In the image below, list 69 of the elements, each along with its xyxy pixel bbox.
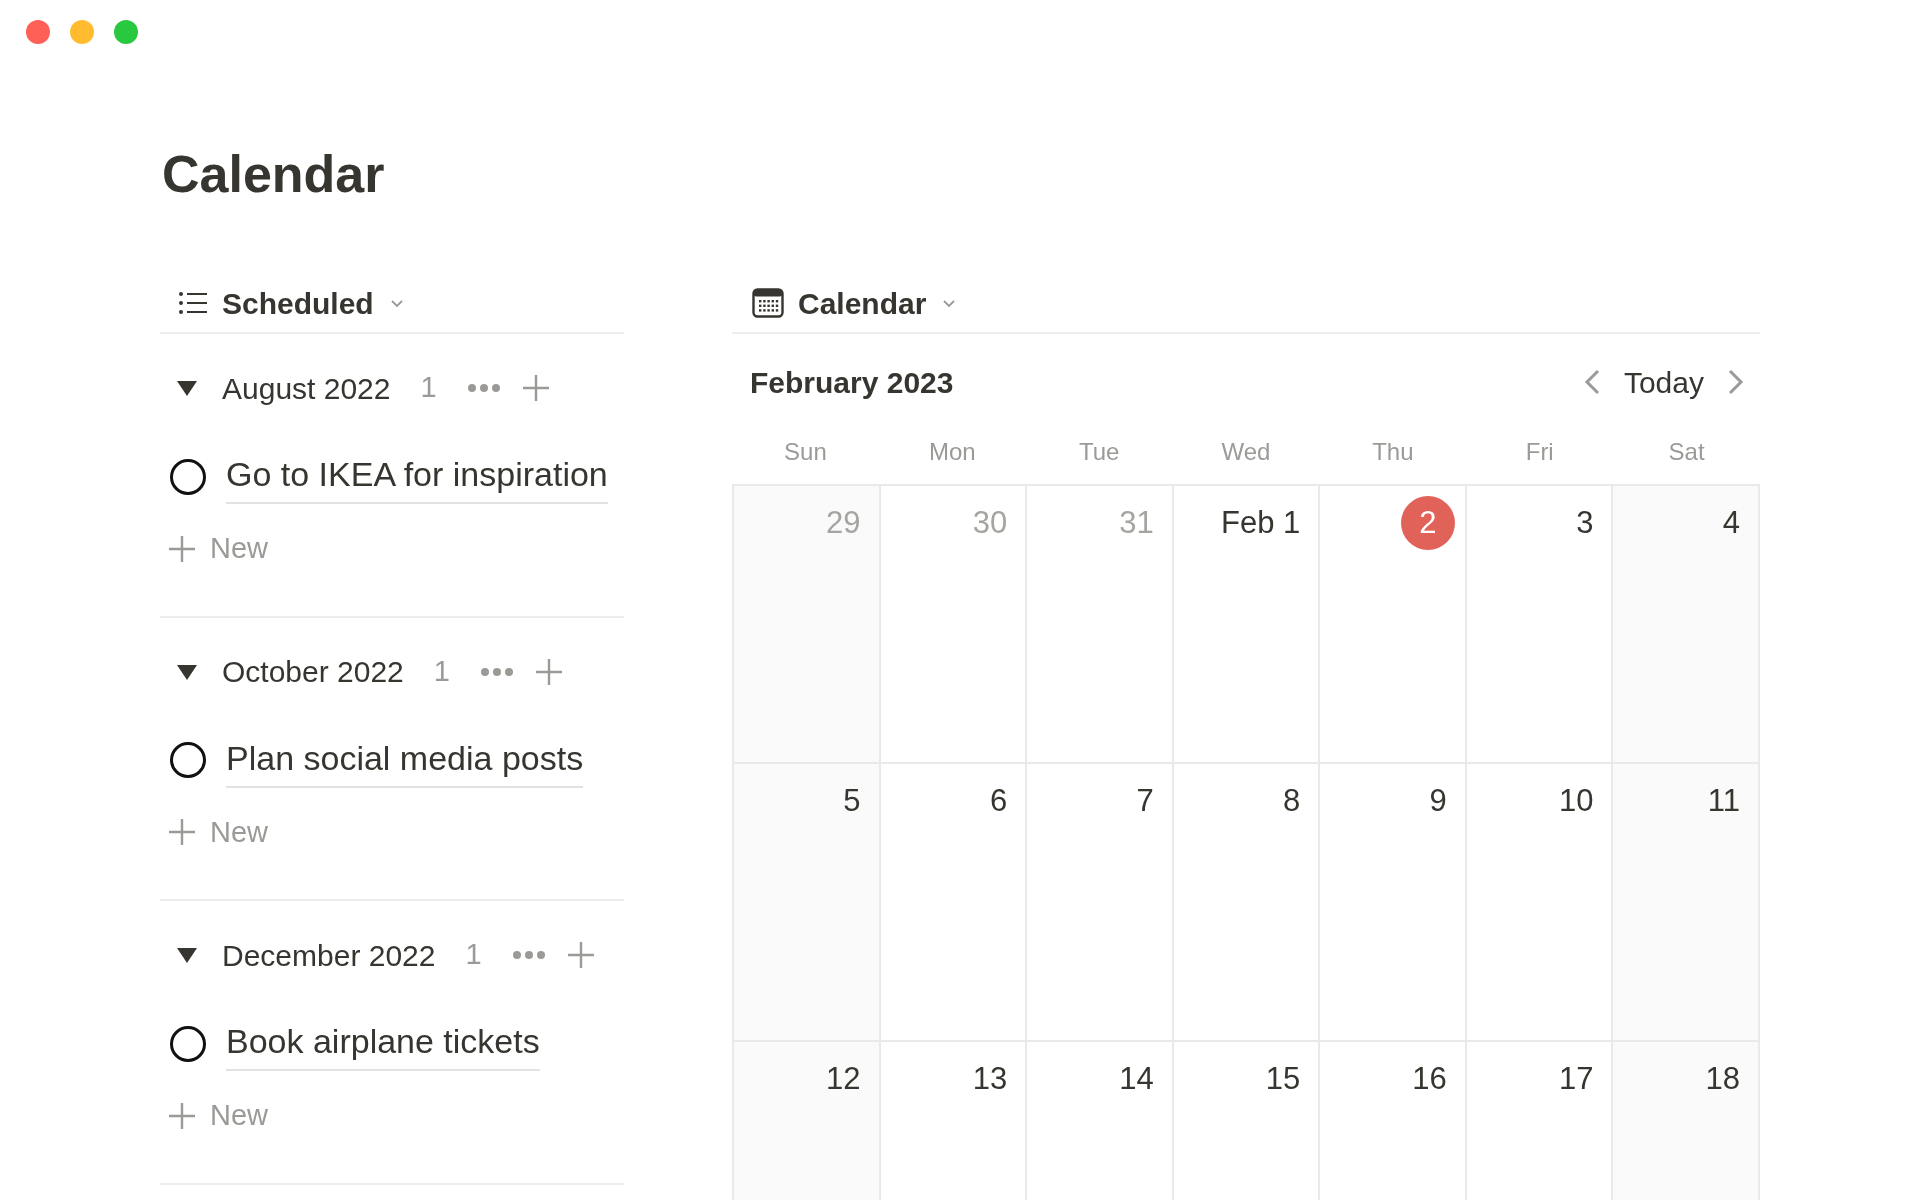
group-title: December 2022 (222, 937, 436, 974)
view-selector[interactable]: Calendar (798, 280, 927, 326)
day-cell[interactable]: 7 (1027, 764, 1174, 1042)
day-number: Feb 1 (1221, 504, 1301, 542)
add-icon[interactable] (565, 940, 596, 970)
day-cell[interactable]: 5 (734, 764, 881, 1042)
next-icon[interactable] (1726, 368, 1746, 396)
more-icon[interactable] (511, 950, 546, 960)
task-title[interactable]: Plan social media posts (226, 732, 584, 788)
group-title: August 2022 (222, 370, 391, 407)
day-number: 5 (843, 782, 861, 820)
weekday-label: Mon (927, 437, 977, 467)
day-number: 14 (1119, 1060, 1154, 1098)
day-number: 11 (1707, 782, 1740, 820)
day-cell[interactable]: 9 (1320, 764, 1467, 1042)
day-number: 12 (826, 1060, 861, 1098)
plus-icon (168, 1101, 196, 1130)
weekday-label: Sun (783, 437, 828, 467)
day-number: 10 (1558, 782, 1594, 820)
day-number: 29 (826, 504, 861, 542)
day-cell[interactable]: 11 (1613, 764, 1760, 1042)
weekday-label: Thu (1371, 437, 1415, 467)
task-title[interactable]: Book airplane tickets (226, 1016, 540, 1071)
day-cell[interactable]: Feb 1 (1173, 486, 1321, 764)
plus-icon (168, 818, 196, 847)
day-cell[interactable]: 8 (1173, 764, 1321, 1042)
calendar-icon (752, 288, 784, 318)
day-number: 4 (1722, 504, 1740, 542)
day-number: 6 (989, 782, 1008, 820)
weekday-label: Tue (1077, 437, 1121, 467)
day-cell[interactable]: 10 (1466, 764, 1614, 1042)
weekday-label: Fri (1524, 437, 1555, 467)
plus-icon (168, 534, 196, 563)
group-count: 1 (433, 653, 450, 689)
day-number: 7 (1136, 782, 1154, 820)
day-cell[interactable]: 12 (734, 1042, 881, 1200)
list-icon (178, 291, 208, 315)
day-cell[interactable]: 4 (1613, 486, 1760, 764)
day-number: 13 (972, 1060, 1008, 1098)
today-button[interactable]: Today (1623, 359, 1704, 405)
page-title: Calendar (162, 148, 386, 200)
day-cell[interactable]: 18 (1613, 1042, 1760, 1200)
group-title: October 2022 (222, 654, 404, 690)
toggle-triangle-icon[interactable] (176, 946, 198, 964)
day-number: 8 (1283, 782, 1301, 820)
today-day-number: 2 (1400, 496, 1455, 550)
day-number: 3 (1576, 504, 1594, 542)
day-cell[interactable]: 3 (1466, 486, 1614, 764)
day-cell[interactable]: 6 (880, 764, 1028, 1042)
weekday-label: Wed (1220, 437, 1272, 467)
task-title[interactable]: Go to IKEA for inspiration (226, 449, 608, 504)
month-title: February 2023 (750, 364, 954, 401)
group-count: 1 (420, 370, 437, 406)
day-number: 9 (1429, 782, 1447, 820)
toggle-triangle-icon[interactable] (176, 662, 198, 681)
more-icon[interactable] (466, 383, 501, 393)
weekday-label: Sat (1667, 437, 1706, 467)
group-count: 1 (465, 937, 482, 973)
more-icon[interactable] (479, 666, 514, 677)
add-icon[interactable] (520, 373, 551, 403)
day-number: 15 (1265, 1060, 1301, 1098)
day-number: 17 (1558, 1060, 1594, 1098)
toggle-triangle-icon[interactable] (176, 379, 198, 397)
add-icon[interactable] (533, 656, 564, 687)
day-number: 31 (1119, 504, 1154, 542)
day-number: 30 (972, 504, 1008, 542)
day-number: 18 (1705, 1060, 1740, 1098)
day-number: 16 (1412, 1060, 1447, 1098)
view-selector[interactable]: Scheduled (222, 280, 374, 326)
